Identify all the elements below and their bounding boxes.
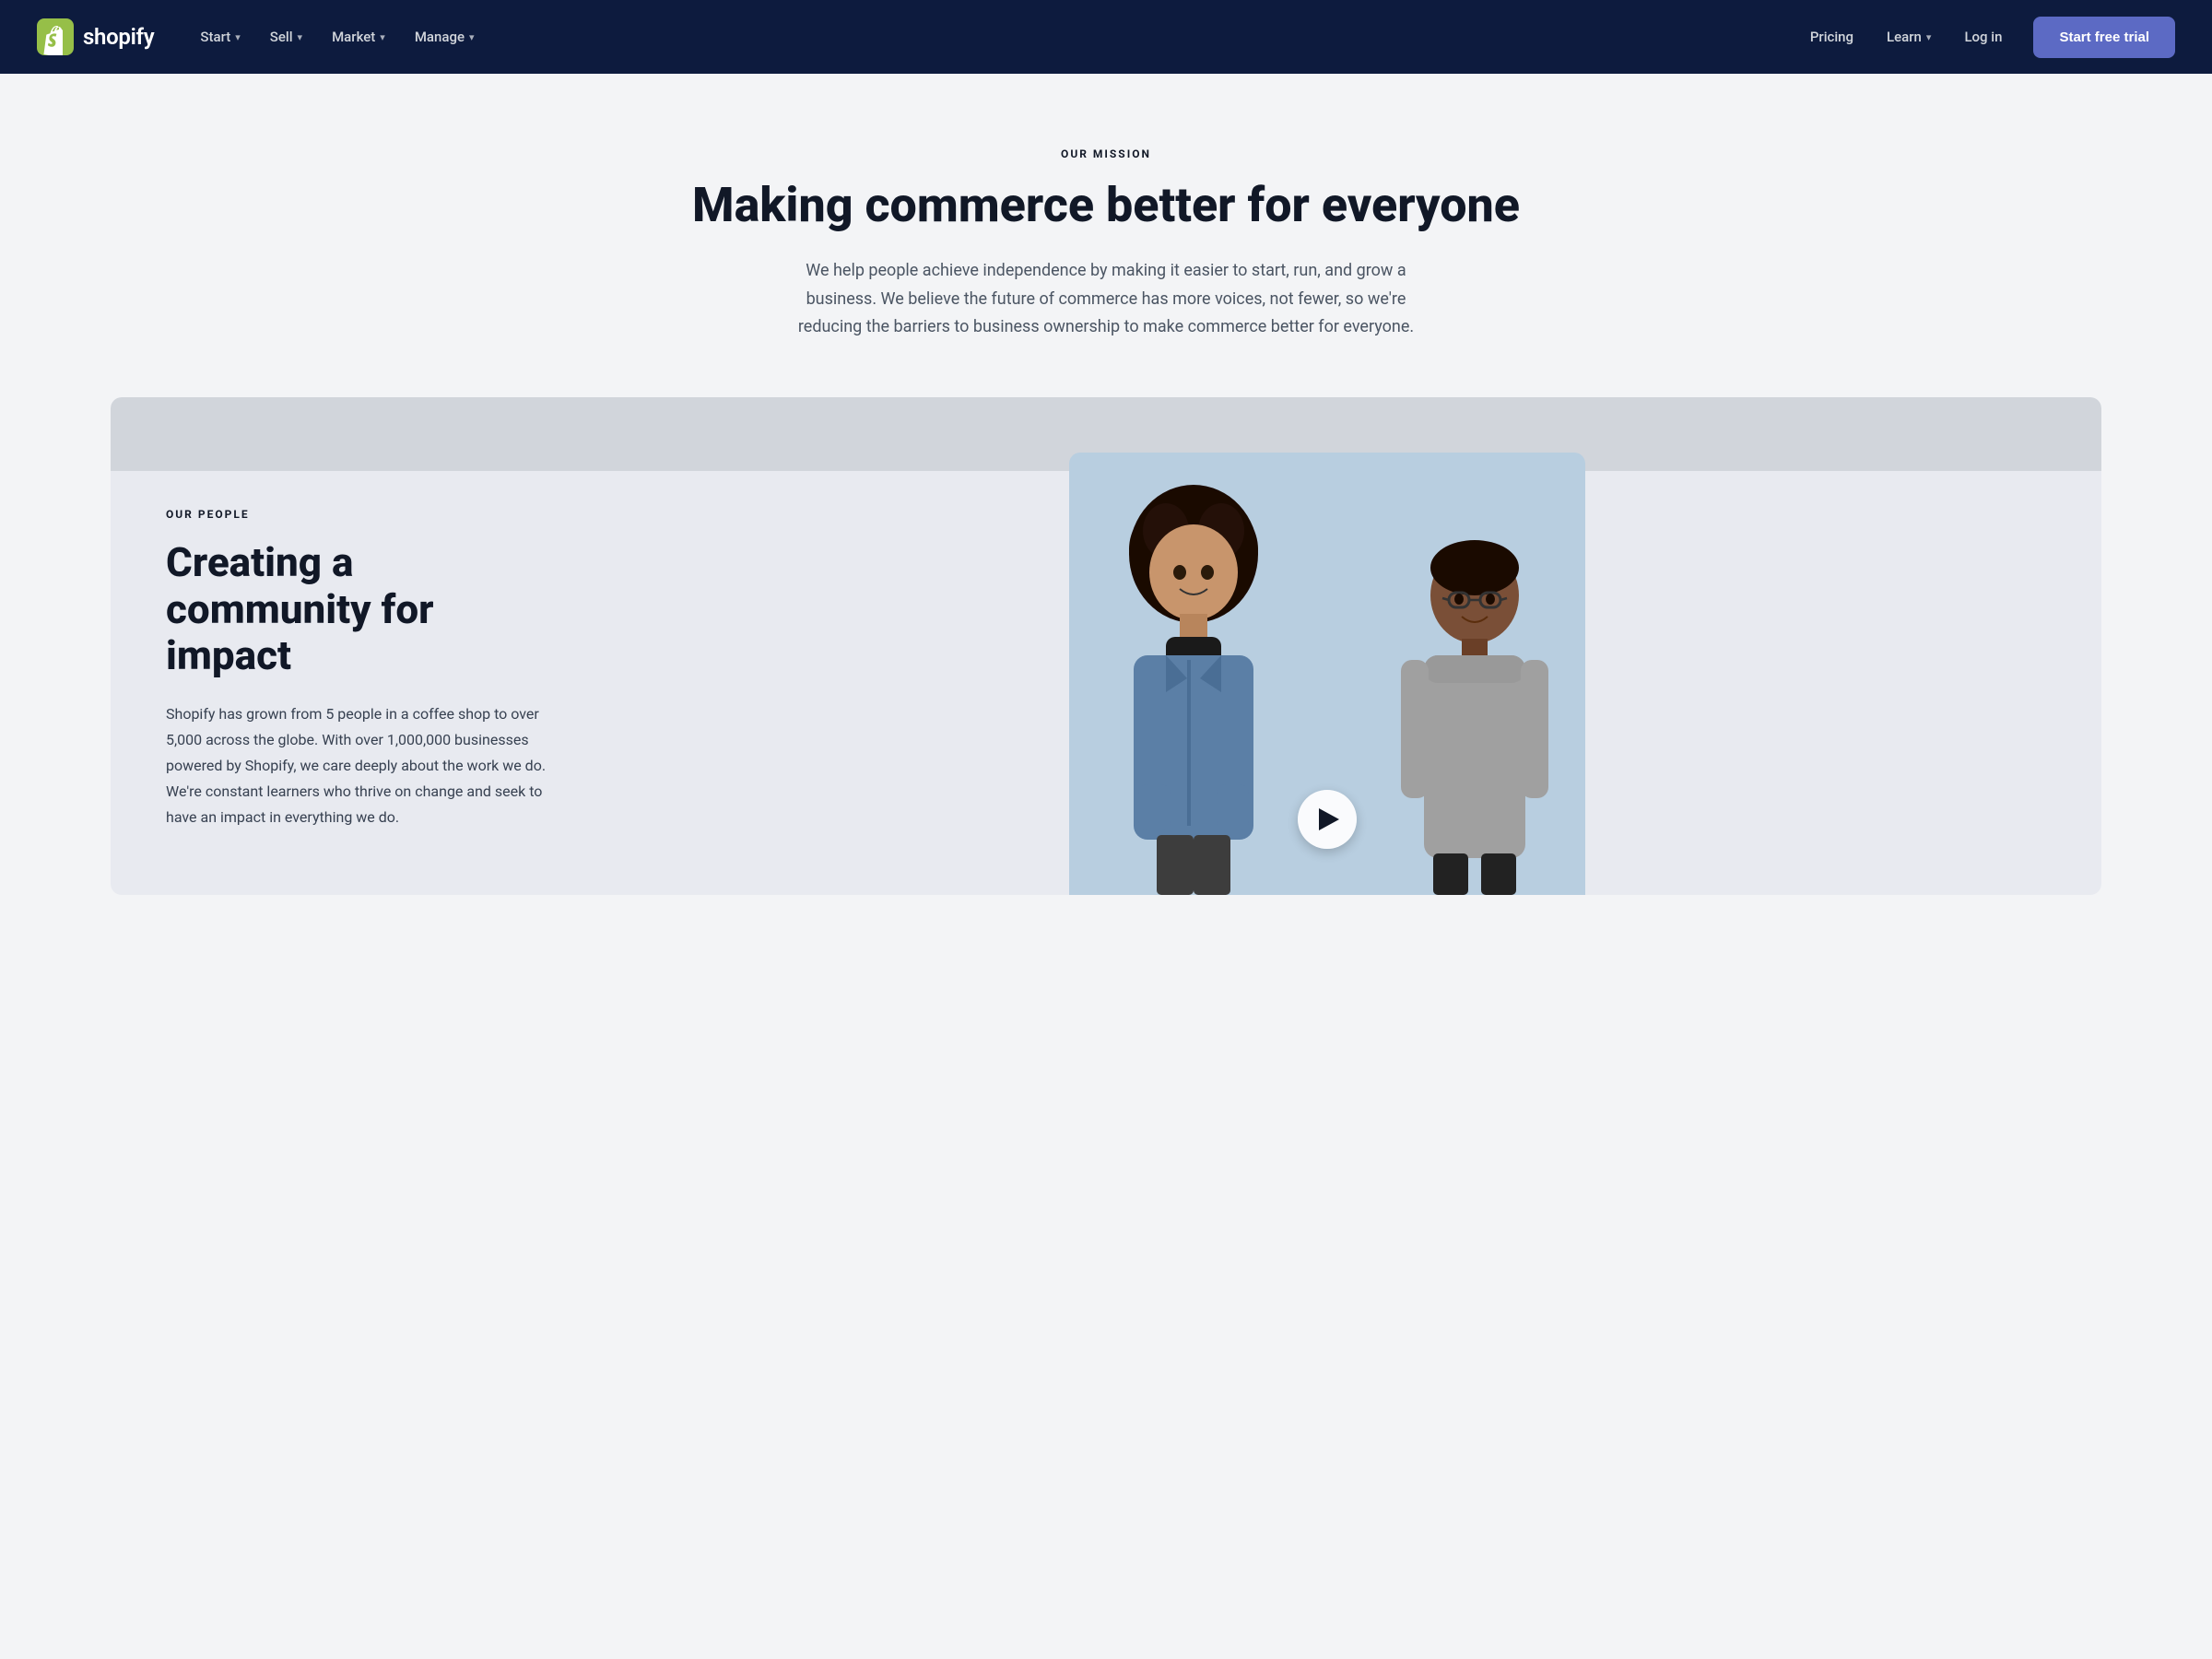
nav-login[interactable]: Log in: [1951, 21, 2015, 53]
chevron-down-icon: ▾: [469, 31, 475, 43]
shopify-logo-icon: [37, 18, 74, 55]
nav-manage[interactable]: Manage ▾: [402, 21, 488, 53]
people-section: OUR PEOPLE Creating a community for impa…: [0, 397, 2212, 969]
chevron-down-icon: ▾: [1926, 31, 1932, 43]
nav-sell[interactable]: Sell ▾: [257, 21, 315, 53]
logo-link[interactable]: shopify: [37, 18, 154, 55]
logo-text: shopify: [83, 24, 154, 50]
mission-body: We help people achieve independence by m…: [783, 257, 1429, 342]
chevron-down-icon: ▾: [235, 31, 241, 43]
person-woman-icon: [1088, 480, 1300, 895]
start-trial-button[interactable]: Start free trial: [2033, 17, 2175, 58]
people-text: OUR PEOPLE Creating a community for impa…: [166, 453, 553, 895]
people-label: OUR PEOPLE: [166, 508, 553, 521]
nav-secondary-items: Pricing Learn ▾ Log in Start free trial: [1797, 17, 2175, 58]
chevron-down-icon: ▾: [380, 31, 385, 43]
mission-heading: Making commerce better for everyone: [691, 179, 1521, 231]
people-body: Shopify has grown from 5 people in a cof…: [166, 701, 553, 830]
nav-learn[interactable]: Learn ▾: [1874, 21, 1944, 53]
navigation: shopify Start ▾ Sell ▾ Market ▾ Manage ▾…: [0, 0, 2212, 74]
nav-primary-items: Start ▾ Sell ▾ Market ▾ Manage ▾: [187, 21, 1796, 53]
people-photo: [1069, 453, 1585, 895]
nav-pricing[interactable]: Pricing: [1797, 21, 1866, 53]
people-image: [608, 453, 2046, 895]
chevron-down-icon: ▾: [298, 31, 303, 43]
people-heading: Creating a community for impact: [166, 539, 553, 679]
person-man-icon: [1382, 517, 1567, 895]
mission-label: OUR MISSION: [37, 147, 2175, 160]
people-card: OUR PEOPLE Creating a community for impa…: [111, 397, 2101, 895]
nav-market[interactable]: Market ▾: [319, 21, 398, 53]
play-icon: [1319, 808, 1339, 830]
nav-start[interactable]: Start ▾: [187, 21, 253, 53]
play-button[interactable]: [1298, 790, 1357, 849]
mission-section: OUR MISSION Making commerce better for e…: [0, 74, 2212, 397]
